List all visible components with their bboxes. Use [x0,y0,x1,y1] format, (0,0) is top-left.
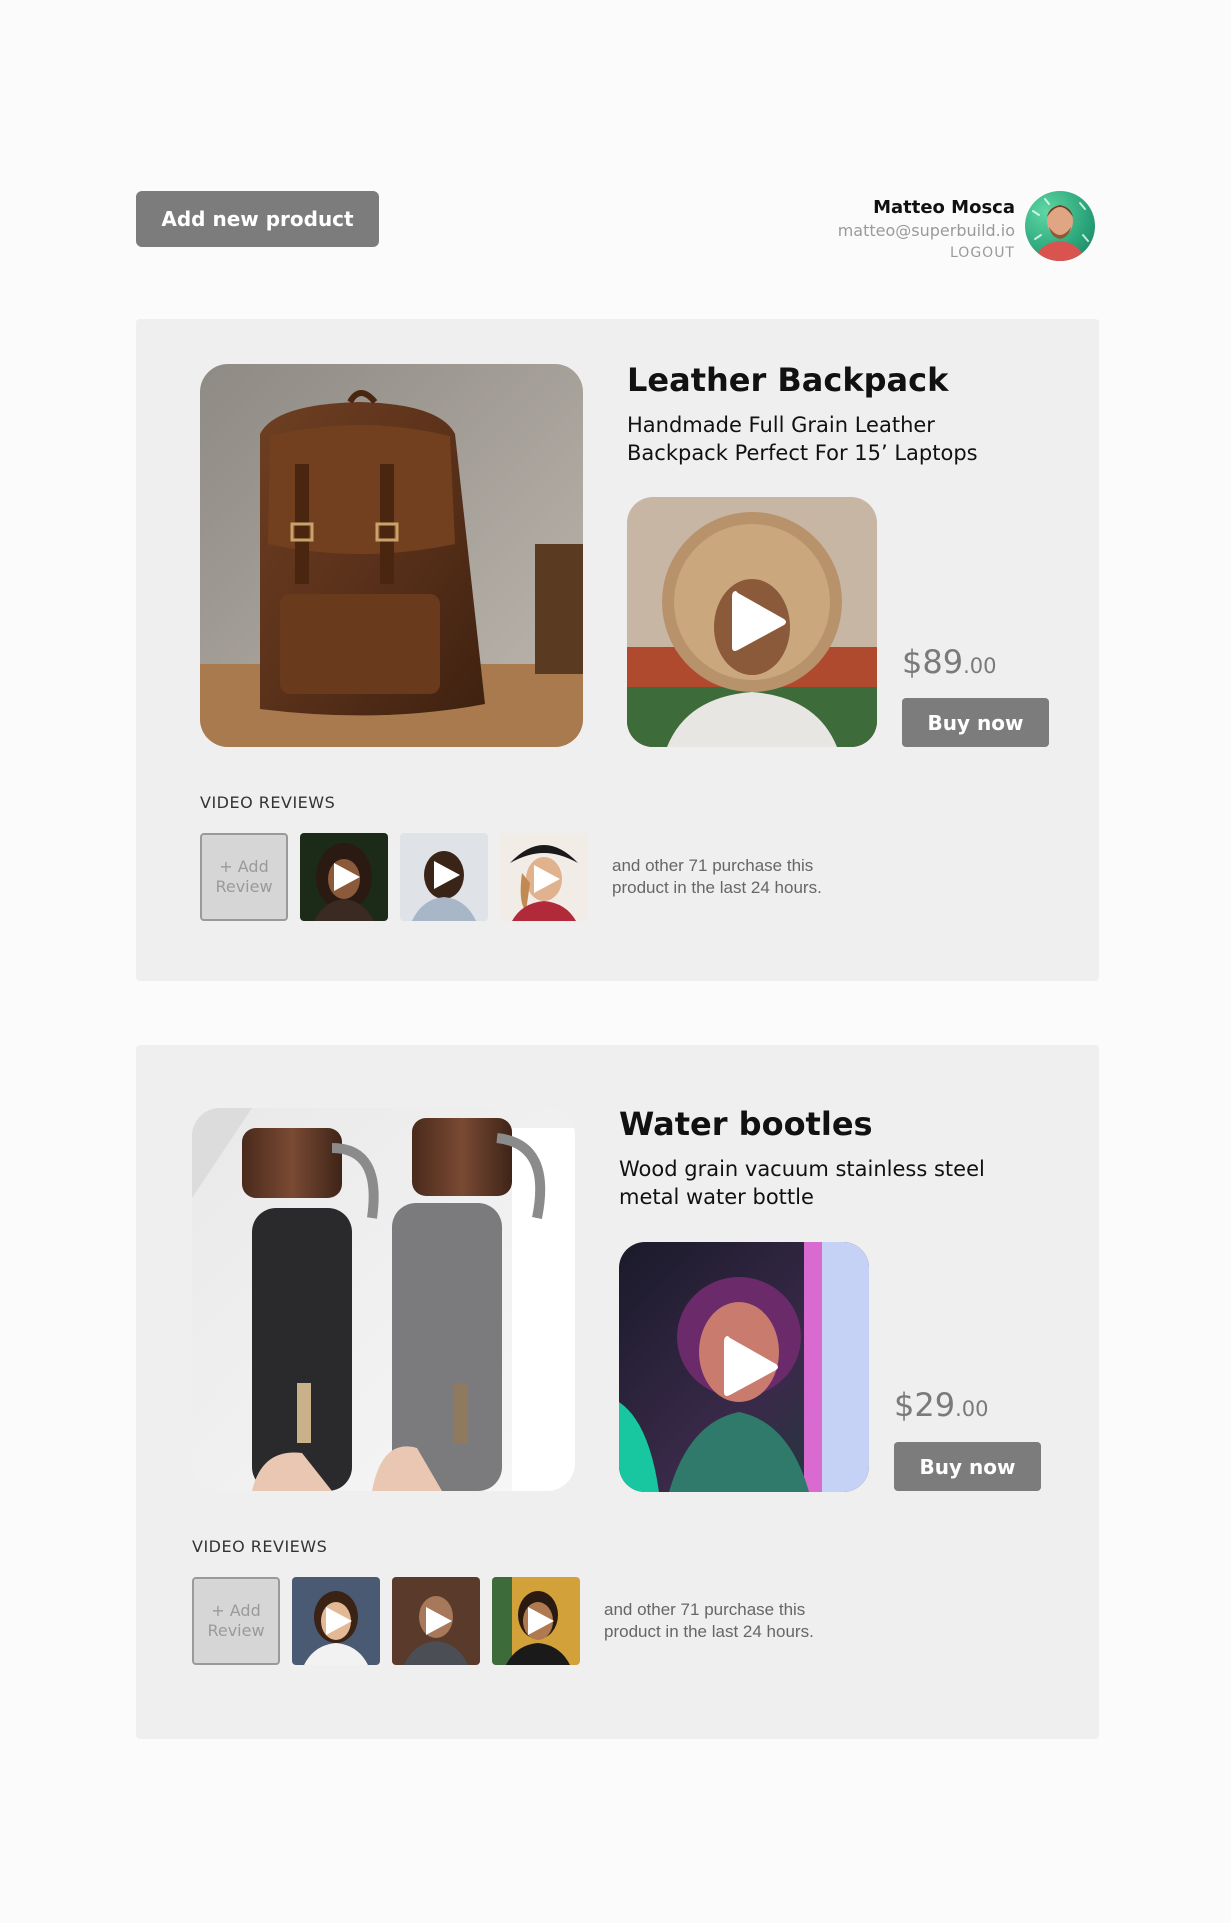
review-video-thumb[interactable] [392,1577,480,1665]
add-review-button[interactable]: + Add Review [200,833,288,921]
review-video-thumb[interactable] [500,833,588,921]
product-image-backpack [200,364,583,747]
video-reviews-row: + Add Review [200,833,588,921]
play-icon [732,591,786,651]
add-review-line2: Review [215,877,273,896]
logout-link[interactable]: LOGOUT [838,242,1015,264]
add-new-product-button[interactable]: Add new product [136,191,379,247]
product-description: Handmade Full Grain Leather Backpack Per… [627,413,978,465]
play-icon [724,1336,778,1396]
add-review-line1: + Add [219,857,269,876]
purchase-note: and other 71 purchase this product in th… [612,856,822,897]
review-video-thumb[interactable] [292,1577,380,1665]
video-reviews-heading: VIDEO REVIEWS [192,1537,328,1556]
product-video[interactable] [619,1242,869,1492]
video-reviews-heading: VIDEO REVIEWS [200,793,336,812]
product-card-water-bottles: Water bootles Wood grain vacuum stainles… [136,1045,1099,1739]
user-block: Matteo Mosca matteo@superbuild.io LOGOUT [838,191,1095,264]
price: $89.00 [902,643,996,681]
avatar [1025,191,1095,261]
buy-now-button[interactable]: Buy now [894,1442,1041,1491]
review-video-thumb[interactable] [300,833,388,921]
user-name: Matteo Mosca [873,197,1015,218]
add-review-line1: + Add [211,1601,261,1620]
price-cents: .00 [955,1397,989,1421]
buy-now-button[interactable]: Buy now [902,698,1049,747]
user-email: matteo@superbuild.io [837,221,1015,240]
product-description: Wood grain vacuum stainless steel metal … [619,1157,985,1209]
product-card-backpack: Leather Backpack Handmade Full Grain Lea… [136,319,1099,981]
user-info: Matteo Mosca matteo@superbuild.io LOGOUT [838,191,1015,264]
product-image-water-bottles [192,1108,575,1491]
price-main: $29 [894,1386,956,1424]
price: $29.00 [894,1386,988,1424]
review-video-thumb[interactable] [400,833,488,921]
product-video[interactable] [627,497,877,747]
review-video-thumb[interactable] [492,1577,580,1665]
video-reviews-row: + Add Review [192,1577,580,1665]
price-main: $89 [902,643,964,681]
price-cents: .00 [963,654,997,678]
product-title: Water bootles [619,1105,873,1143]
purchase-note: and other 71 purchase this product in th… [604,1600,814,1641]
product-title: Leather Backpack [627,361,949,399]
add-review-button[interactable]: + Add Review [192,1577,280,1665]
add-review-line2: Review [207,1621,265,1640]
